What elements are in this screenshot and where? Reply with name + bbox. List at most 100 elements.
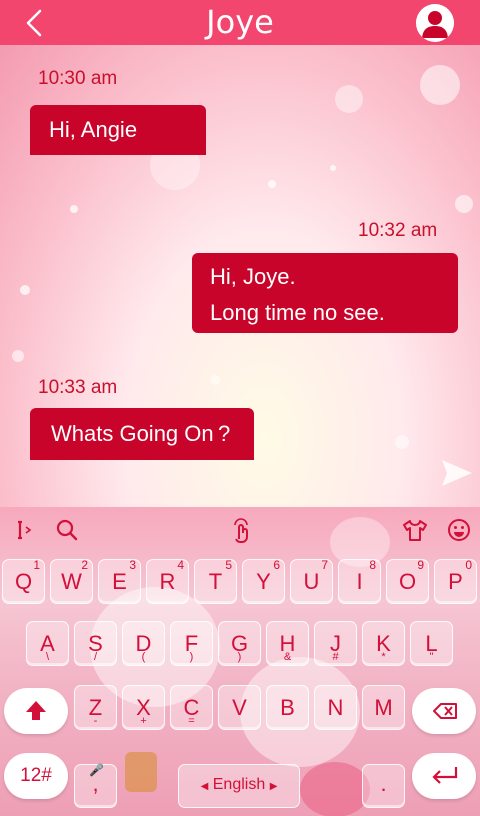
key-a[interactable]: A \ [26,621,69,666]
text-cursor-icon [18,520,32,540]
symbols-key[interactable]: 12# [4,753,68,799]
key-h[interactable]: H & [266,621,309,666]
key-hint: & [283,651,292,663]
key-b[interactable]: B [266,685,309,730]
backspace-key[interactable] [412,688,476,734]
key-label: M [374,695,393,720]
key-hint: = [188,715,195,727]
key-v[interactable]: V [218,685,261,730]
key-hint: * [381,651,386,663]
key-hint: + [140,715,147,727]
chevron-right-icon: ▶ [269,781,278,792]
sparkle-decoration [210,375,220,385]
period-key[interactable]: . [362,764,405,808]
key-y[interactable]: 6Y [242,558,285,604]
search-icon [56,519,78,541]
emoji-button[interactable] [444,515,474,545]
theme-decoration [125,752,157,792]
message-text: Whats Going On ? [51,421,231,446]
space-key[interactable]: ◀ English ▶ [178,764,300,808]
key-j[interactable]: J # [314,621,357,666]
key-t[interactable]: 5T [194,558,237,604]
key-label: O [398,569,417,594]
sparkle-decoration [12,350,24,362]
send-icon[interactable] [440,458,474,488]
key-i[interactable]: 8I [338,558,381,604]
message-text: Hi, Joye. [210,264,296,289]
sparkle-decoration [20,285,30,295]
message-text: Hi, Angie [49,117,138,142]
key-hint: " [429,651,434,663]
key-r[interactable]: 4R [146,558,189,604]
emoji-icon [448,519,470,541]
touch-icon [234,518,248,543]
key-hint: / [93,651,98,663]
language-label: English [212,776,266,793]
key-p[interactable]: 0P [434,558,477,604]
theme-button[interactable] [400,515,430,545]
key-hint: \ [45,651,50,663]
sparkle-decoration [268,180,276,188]
comma-key[interactable]: 🎤 , [74,763,117,808]
key-s[interactable]: S / [74,621,117,666]
sparkle-decoration [395,435,409,449]
sparkle-decoration [70,205,78,213]
key-o[interactable]: 9O [386,558,429,604]
key-g[interactable]: G) [218,621,261,666]
key-l[interactable]: L " [410,621,453,666]
message-text: Long time no see. [210,300,385,325]
key-m[interactable]: M [362,685,405,730]
theme-decoration [300,762,370,816]
sparkle-decoration [335,85,363,113]
key-label: V [232,695,247,720]
enter-key[interactable] [412,753,476,799]
message-timestamp: 10:30 am [38,68,118,89]
keyboard: 1Q 2W 3E 4R 5T 6Y 7U 8I 9O 0P A \ S / D( F… [0,507,480,816]
touch-button[interactable] [226,515,256,545]
key-f[interactable]: F) [170,621,213,666]
key-k[interactable]: K * [362,621,405,666]
key-label: I [356,569,363,594]
key-x[interactable]: X + [122,685,165,730]
key-label: . [380,771,387,796]
key-w[interactable]: 2W [50,558,93,604]
chat-area[interactable]: 10:30 am Hi, Angie 10:32 am Hi, Joye. Lo… [0,45,480,507]
key-label: T [208,569,223,594]
key-label: W [61,569,82,594]
key-u[interactable]: 7U [290,558,333,604]
theme-shirt-icon [403,520,427,541]
key-c[interactable]: C = [170,685,213,730]
key-e[interactable]: 3E [98,558,141,604]
symbols-key-label: 12# [20,765,52,786]
incoming-message-bubble[interactable]: Hi, Angie [30,105,206,155]
enter-arrow-icon [432,767,458,784]
chevron-left-icon: ◀ [200,781,209,792]
backspace-icon [433,703,457,719]
shift-arrow-icon [26,701,46,720]
key-z[interactable]: Z- [74,685,117,730]
message-timestamp: 10:32 am [358,220,438,241]
outgoing-message-bubble[interactable]: Hi, Joye. Long time no see. [192,253,458,333]
app-header: Joye [0,0,480,45]
text-cursor-button[interactable] [8,515,38,545]
shift-key[interactable] [4,688,68,734]
key-label: B [280,695,295,720]
sparkle-decoration [455,195,473,213]
message-timestamp: 10:33 am [38,377,118,398]
incoming-message-bubble[interactable]: Whats Going On ? [30,408,254,460]
key-label: Y [256,569,271,594]
key-label: R [159,569,176,594]
search-button[interactable] [52,515,82,545]
contact-avatar-button[interactable] [416,4,454,42]
sparkle-decoration [420,65,460,105]
key-hint: ) [237,651,242,663]
key-n[interactable]: N [314,685,357,730]
conversation-title: Joye [206,3,274,41]
key-label: Q [14,569,33,594]
key-q[interactable]: 1Q [2,558,45,604]
key-hint: ) [189,651,194,663]
key-hint: - [93,715,98,727]
key-label: , [92,771,99,796]
key-d[interactable]: D( [122,621,165,666]
key-label: E [112,569,127,594]
